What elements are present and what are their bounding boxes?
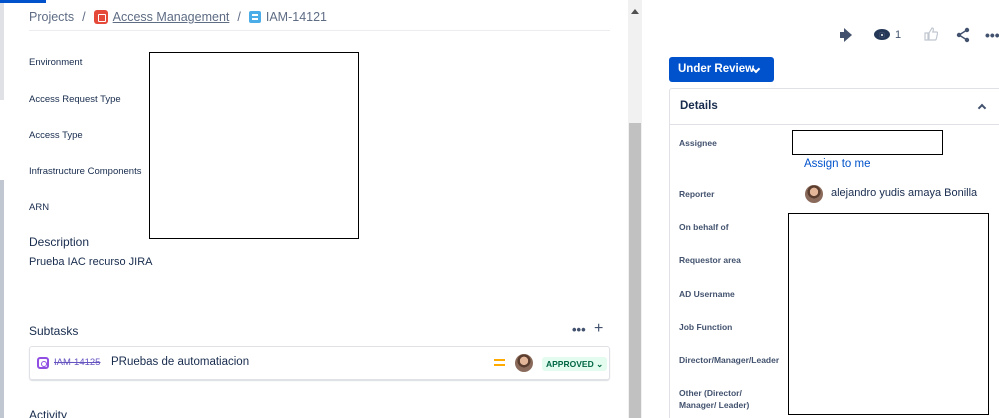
chevron-up-icon[interactable] [977, 103, 987, 113]
redacted-field-values [149, 52, 359, 239]
left-edge-bar-thumb[interactable] [0, 180, 4, 418]
priority-medium-icon [494, 358, 505, 367]
breadcrumb-projects[interactable]: Projects [29, 10, 74, 24]
subtask-row[interactable]: IAM-14125 PRuebas de automatiacion APPRO… [29, 346, 610, 380]
scrollbar-thumb[interactable] [629, 123, 641, 418]
subtasks-more-button[interactable]: ••• [572, 322, 586, 337]
breadcrumb-separator: / [237, 10, 241, 24]
subtask-assignee-avatar [515, 354, 533, 372]
issue-type-icon [248, 11, 261, 23]
field-label-access-type: Access Type [29, 130, 83, 141]
reporter-name[interactable]: alejandro yudis amaya Bonilla [831, 187, 977, 199]
subtasks-title: Subtasks [29, 324, 79, 338]
description-text[interactable]: Prueba IAC recurso JIRA [29, 256, 153, 268]
project-icon [93, 10, 108, 24]
subtask-type-icon [37, 357, 49, 369]
ad-username-label: AD Username [679, 289, 735, 299]
details-header[interactable]: Details [670, 89, 999, 125]
status-label: Under Review [678, 63, 755, 75]
activity-title: Activity [29, 408, 68, 418]
watch-count[interactable]: 1 [895, 29, 901, 41]
field-label-environment: Environment [29, 57, 83, 68]
add-subtask-button[interactable]: + [594, 320, 603, 338]
redacted-details-values [788, 213, 989, 415]
breadcrumb-issue-key[interactable]: IAM-14121 [266, 10, 327, 24]
assignee-label: Assignee [679, 138, 717, 148]
other-director-label-line2: Manager/ Leader) [679, 400, 750, 410]
subtask-key[interactable]: IAM-14125 [54, 357, 100, 368]
breadcrumb-separator: / [82, 10, 86, 24]
subtask-status-lozenge[interactable]: APPROVED ⌄ [542, 357, 608, 371]
breadcrumb-project-link[interactable]: Access Management [113, 10, 230, 24]
top-accent-bar [0, 0, 46, 3]
details-title: Details [680, 100, 718, 112]
feedback-megaphone-icon[interactable] [840, 28, 856, 42]
watch-eye-icon[interactable] [874, 29, 890, 40]
left-edge-bar-top [0, 0, 4, 100]
requestor-area-label: Requestor area [679, 255, 741, 265]
reporter-avatar [805, 185, 823, 203]
assignee-field[interactable] [792, 130, 943, 155]
vote-thumb-icon[interactable] [924, 27, 938, 41]
header-divider [29, 30, 610, 31]
subtask-status-text: APPROVED [546, 359, 594, 369]
share-icon[interactable] [956, 27, 970, 43]
field-label-access-request-type: Access Request Type [29, 94, 121, 105]
reporter-label: Reporter [679, 189, 715, 199]
on-behalf-of-label: On behalf of [679, 222, 729, 232]
field-label-infrastructure-components: Infrastructure Components [29, 166, 142, 177]
other-director-label-line1: Other (Director/ [679, 388, 742, 398]
assign-to-me-link[interactable]: Assign to me [804, 158, 870, 170]
more-actions-icon[interactable]: ••• [985, 27, 999, 43]
left-edge-scrollbar [0, 0, 4, 418]
director-manager-leader-label: Director/Manager/Leader [679, 355, 780, 365]
scroll-up-arrow-icon[interactable] [631, 9, 639, 14]
status-transition-button[interactable]: Under Review [669, 57, 774, 82]
field-label-arn: ARN [29, 202, 50, 213]
job-function-label: Job Function [679, 322, 733, 332]
subtask-summary[interactable]: PRuebas de automatiacion [111, 356, 249, 368]
description-title: Description [29, 235, 90, 249]
breadcrumb: Projects / Access Management / IAM-14121 [29, 9, 327, 25]
